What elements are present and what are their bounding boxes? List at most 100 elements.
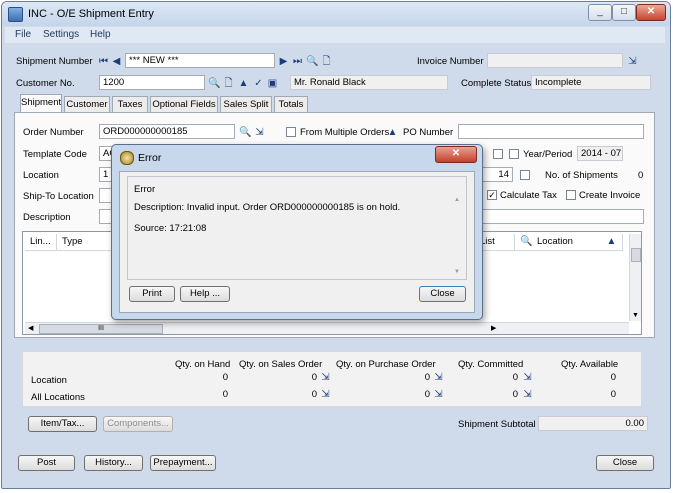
ship-to-location-label: Ship-To Location xyxy=(23,191,94,202)
po-number-field[interactable] xyxy=(458,124,644,139)
error-dialog-title: Error xyxy=(138,152,162,164)
next-record-icon[interactable]: ▶ xyxy=(278,56,289,67)
qty-available-header: Qty. Available xyxy=(561,359,619,370)
last-record-icon[interactable]: ⏭ xyxy=(292,56,303,67)
error-message-scrollbar[interactable]: ▲ ▼ xyxy=(453,197,463,277)
shipment-date-checkbox[interactable] xyxy=(520,170,530,180)
error-print-button[interactable]: Print xyxy=(129,286,175,302)
shipment-number-field[interactable]: *** NEW *** xyxy=(125,53,275,68)
error-message-box: Error Description: Invalid input. Order … xyxy=(127,176,467,280)
complete-status-label: Complete Status xyxy=(461,78,532,89)
template-code-label: Template Code xyxy=(23,149,87,160)
location-finder-icon[interactable]: 🔍 xyxy=(520,236,532,247)
error-source: Source: 17:21:08 xyxy=(134,223,207,234)
order-number-field[interactable]: ORD000000000185 xyxy=(99,124,235,139)
committed-all-drilldown-icon[interactable]: ⇲ xyxy=(522,389,533,400)
error-dialog-body: Error Description: Invalid input. Order … xyxy=(119,171,475,313)
customer-notes-icon[interactable]: ▣ xyxy=(267,78,278,89)
scroll-left-arrow-icon[interactable]: ◀ xyxy=(28,324,33,332)
qty-on-sales-order-location: 0 xyxy=(311,372,317,383)
sales-order-drilldown-icon[interactable]: ⇲ xyxy=(320,372,331,383)
error-dialog: Error ✕ Error Description: Invalid input… xyxy=(111,144,483,320)
item-tax-button[interactable]: Item/Tax... xyxy=(28,416,97,432)
grid-vertical-scrollbar[interactable]: ▼ xyxy=(629,234,641,321)
scroll-right-arrow-icon[interactable]: ▶ xyxy=(491,324,496,332)
menu-help[interactable]: Help xyxy=(90,29,111,40)
customer-zoom-icon[interactable]: ▲ xyxy=(238,78,249,89)
error-help-button[interactable]: Help ... xyxy=(180,286,230,302)
tab-shipment[interactable]: Shipment xyxy=(20,94,62,112)
message-scroll-up-icon[interactable]: ▲ xyxy=(454,197,460,203)
order-finder-icon[interactable]: 🔍 xyxy=(239,127,251,138)
qty-available-all: 0 xyxy=(610,389,616,400)
maximize-button[interactable]: □ xyxy=(612,4,636,21)
calculate-tax-label: Calculate Tax xyxy=(500,190,557,201)
purchase-order-all-drilldown-icon[interactable]: ⇲ xyxy=(433,389,444,400)
from-multiple-orders-checkbox[interactable] xyxy=(286,127,296,137)
customer-name-field: Mr. Ronald Black xyxy=(290,75,448,90)
year-period-field: 2014 - 07 xyxy=(577,146,623,161)
committed-drilldown-icon[interactable]: ⇲ xyxy=(522,372,533,383)
invoice-number-label: Invoice Number xyxy=(417,56,484,67)
order-drilldown-icon[interactable]: ⇲ xyxy=(254,127,265,138)
customer-no-label: Customer No. xyxy=(16,78,75,89)
customer-new-icon[interactable]: 🗋 xyxy=(223,78,234,89)
customer-no-field[interactable]: 1200 xyxy=(99,75,205,90)
grid-hscroll-thumb[interactable]: III xyxy=(39,324,163,334)
customer-finder-icon[interactable]: 🔍 xyxy=(208,78,220,89)
message-scroll-down-icon[interactable]: ▼ xyxy=(454,269,460,275)
tab-sales-split[interactable]: Sales Split xyxy=(220,96,272,112)
window-title: INC - O/E Shipment Entry xyxy=(28,8,154,20)
grid-header-type[interactable]: Type xyxy=(57,234,117,251)
menu-settings[interactable]: Settings xyxy=(43,29,79,40)
minimize-button[interactable]: _ xyxy=(588,4,612,21)
grid-vscroll-thumb[interactable] xyxy=(631,248,641,262)
tab-totals[interactable]: Totals xyxy=(274,96,308,112)
year-period-checkbox[interactable] xyxy=(509,149,519,159)
qty-committed-all: 0 xyxy=(512,389,518,400)
qty-row-location-label: Location xyxy=(31,375,67,386)
error-heading: Error xyxy=(134,184,156,195)
year-period-label: Year/Period xyxy=(523,149,573,160)
template-option-checkbox[interactable] xyxy=(493,149,503,159)
previous-record-icon[interactable]: ◀ xyxy=(111,56,122,67)
qty-available-location: 0 xyxy=(610,372,616,383)
window-close-button[interactable]: ✕ xyxy=(636,4,666,21)
tab-taxes[interactable]: Taxes xyxy=(112,96,148,112)
new-document-icon[interactable]: 🗋 xyxy=(321,56,332,67)
post-button[interactable]: Post xyxy=(18,455,75,471)
calculate-tax-checkbox[interactable]: ✓ xyxy=(487,190,497,200)
scroll-down-arrow-icon[interactable]: ▼ xyxy=(632,312,639,319)
invoice-number-field xyxy=(487,53,623,68)
menu-file[interactable]: File xyxy=(15,29,31,40)
order-number-label: Order Number xyxy=(23,127,84,138)
error-dialog-close-x[interactable]: ✕ xyxy=(435,146,477,163)
drilldown-icon[interactable]: ⇲ xyxy=(627,56,638,67)
error-close-button[interactable]: Close xyxy=(419,286,466,302)
grid-header-line[interactable]: Lin... xyxy=(25,234,57,251)
tab-customer[interactable]: Customer xyxy=(64,96,110,112)
close-button[interactable]: Close xyxy=(596,455,654,471)
create-invoice-checkbox[interactable] xyxy=(566,190,576,200)
quantities-panel xyxy=(22,351,642,407)
complete-status-field: Incomplete xyxy=(531,75,651,90)
qty-on-sales-order-all: 0 xyxy=(311,389,317,400)
location-sort-icon[interactable]: ▲ xyxy=(606,236,617,247)
grid-horizontal-scrollbar[interactable]: ◀ III ▶ xyxy=(25,322,629,334)
first-record-icon[interactable]: ⏮ xyxy=(98,56,109,67)
finder-icon[interactable]: 🔍 xyxy=(306,56,318,67)
description-field-right[interactable] xyxy=(477,209,644,224)
prepayment-button[interactable]: Prepayment... xyxy=(150,455,216,471)
history-button[interactable]: History... xyxy=(84,455,143,471)
qty-on-hand-location: 0 xyxy=(222,372,228,383)
purchase-order-drilldown-icon[interactable]: ⇲ xyxy=(433,372,444,383)
sales-order-all-drilldown-icon[interactable]: ⇲ xyxy=(320,389,331,400)
no-of-shipments-value: 0 xyxy=(638,170,644,181)
qty-on-purchase-order-location: 0 xyxy=(424,372,430,383)
customer-check-icon[interactable]: ✓ xyxy=(253,78,264,89)
qty-committed-location: 0 xyxy=(512,372,518,383)
po-zoom-icon[interactable]: ▲ xyxy=(387,127,398,138)
error-dialog-icon xyxy=(120,151,134,165)
tab-optional-fields[interactable]: Optional Fields xyxy=(150,96,218,112)
from-multiple-orders-label: From Multiple Orders xyxy=(300,127,390,138)
